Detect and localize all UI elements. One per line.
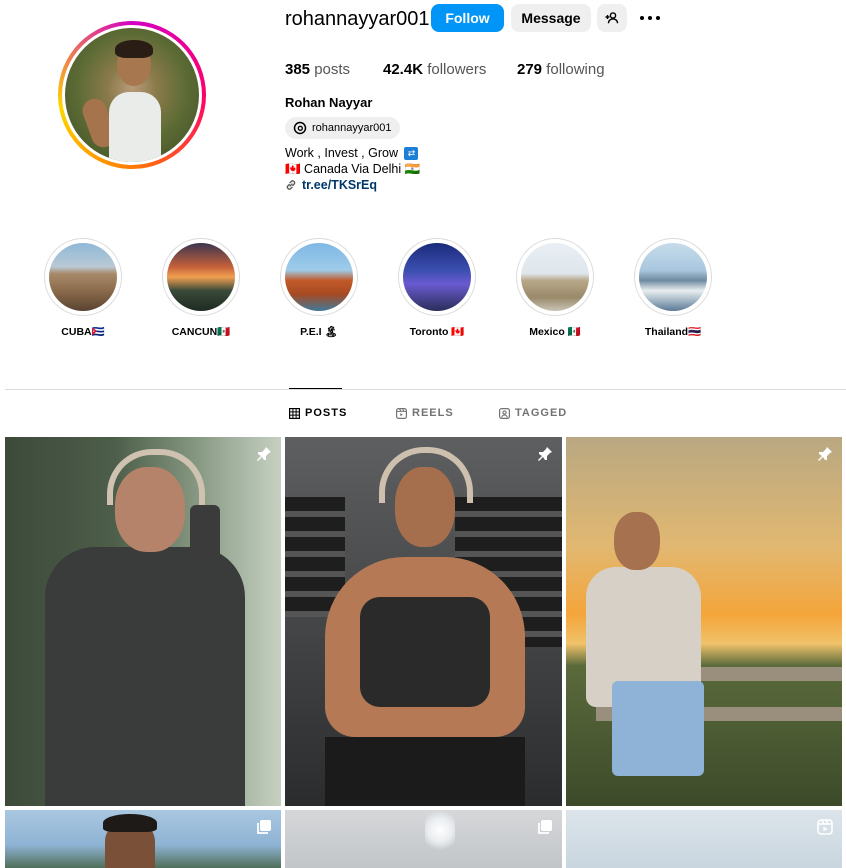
post-thumbnail[interactable] [566, 810, 842, 868]
suggest-users-button[interactable] [597, 4, 627, 32]
posts-stat: 385 posts [285, 61, 351, 78]
profile-full-name: Rohan Nayyar [285, 95, 373, 110]
threads-handle: rohannayyar001 [312, 122, 392, 134]
add-user-icon [605, 12, 619, 24]
highlight-label: Toronto 🇨🇦 [409, 326, 465, 338]
threads-icon [293, 121, 307, 135]
profile-username: rohannayyar001 [285, 8, 430, 30]
highlight-cover [167, 243, 235, 311]
post-thumbnail[interactable] [5, 810, 281, 868]
profile-avatar[interactable] [58, 21, 206, 169]
more-horizontal-icon [640, 16, 644, 20]
follow-button[interactable]: Follow [431, 4, 504, 32]
highlight-cover [403, 243, 471, 311]
carousel-icon [257, 820, 271, 834]
pin-icon [257, 447, 271, 461]
link-icon [286, 180, 296, 190]
highlight-label: Mexico 🇲🇽 [529, 326, 581, 338]
tagged-icon [499, 407, 510, 419]
carousel-icon [538, 820, 552, 834]
grid-icon [289, 407, 300, 419]
highlight-label: P.E.I 🏝 [300, 326, 338, 338]
threads-badge[interactable]: rohannayyar001 [285, 117, 400, 139]
pin-icon [818, 447, 832, 461]
highlight-cuba[interactable]: CUBA🇨🇺 [44, 238, 122, 338]
following-stat[interactable]: 279 following [517, 61, 605, 78]
highlight-label: Thailand🇹🇭 [644, 326, 702, 338]
post-thumbnail[interactable] [566, 437, 842, 806]
tab-tagged[interactable]: TAGGED [499, 407, 567, 419]
highlight-cover [521, 243, 589, 311]
highlight-mexico[interactable]: Mexico 🇲🇽 [516, 238, 594, 338]
repeat-emoji-icon: ⇄ [404, 147, 419, 161]
highlight-cover [639, 243, 707, 311]
avatar-photo [65, 28, 199, 162]
highlight-cover [285, 243, 353, 311]
more-options-button[interactable] [640, 8, 660, 28]
bio-link[interactable]: tr.ee/TKSrEq [285, 178, 377, 192]
bio-line-1: Work , Invest , Grow ⇄ [285, 146, 419, 161]
reel-icon [396, 407, 407, 419]
post-thumbnail[interactable] [285, 810, 562, 868]
tab-reels[interactable]: REELS [396, 407, 454, 419]
post-thumbnail[interactable] [285, 437, 562, 806]
pin-icon [538, 447, 552, 461]
tab-posts[interactable]: POSTS [289, 407, 347, 419]
highlight-label: CUBA🇨🇺 [61, 326, 105, 338]
highlight-cover [49, 243, 117, 311]
message-button[interactable]: Message [511, 4, 591, 32]
bio-line-2: 🇨🇦 Canada Via Delhi 🇮🇳 [285, 162, 421, 176]
highlight-cancun[interactable]: CANCUN🇲🇽 [162, 238, 240, 338]
highlight-toronto[interactable]: Toronto 🇨🇦 [398, 238, 476, 338]
active-tab-indicator [289, 388, 342, 389]
reel-icon [817, 819, 833, 835]
followers-stat[interactable]: 42.4K followers [383, 61, 486, 78]
post-thumbnail[interactable] [5, 437, 281, 806]
highlight-pei[interactable]: P.E.I 🏝 [280, 238, 358, 338]
section-divider [5, 389, 846, 390]
highlight-thailand[interactable]: Thailand🇹🇭 [634, 238, 712, 338]
highlight-label: CANCUN🇲🇽 [171, 326, 231, 338]
